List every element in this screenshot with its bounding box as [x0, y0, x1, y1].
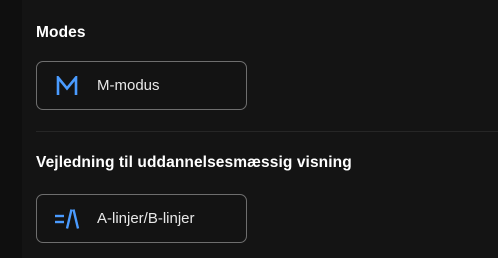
settings-panel: Modes M-modus Vejledning til uddannelses…	[22, 0, 498, 258]
m-mode-button[interactable]: M-modus	[36, 61, 247, 110]
modes-section-title: Modes	[36, 24, 86, 41]
ab-lines-button[interactable]: A-linjer/B-linjer	[36, 194, 247, 243]
m-mode-label: M-modus	[97, 77, 160, 94]
guidance-section-title: Vejledning til uddannelsesmæssig visning	[36, 154, 352, 171]
section-divider	[36, 131, 498, 132]
ab-lines-label: A-linjer/B-linjer	[97, 210, 195, 227]
ab-lines-icon	[51, 204, 83, 234]
m-mode-icon	[51, 71, 83, 101]
